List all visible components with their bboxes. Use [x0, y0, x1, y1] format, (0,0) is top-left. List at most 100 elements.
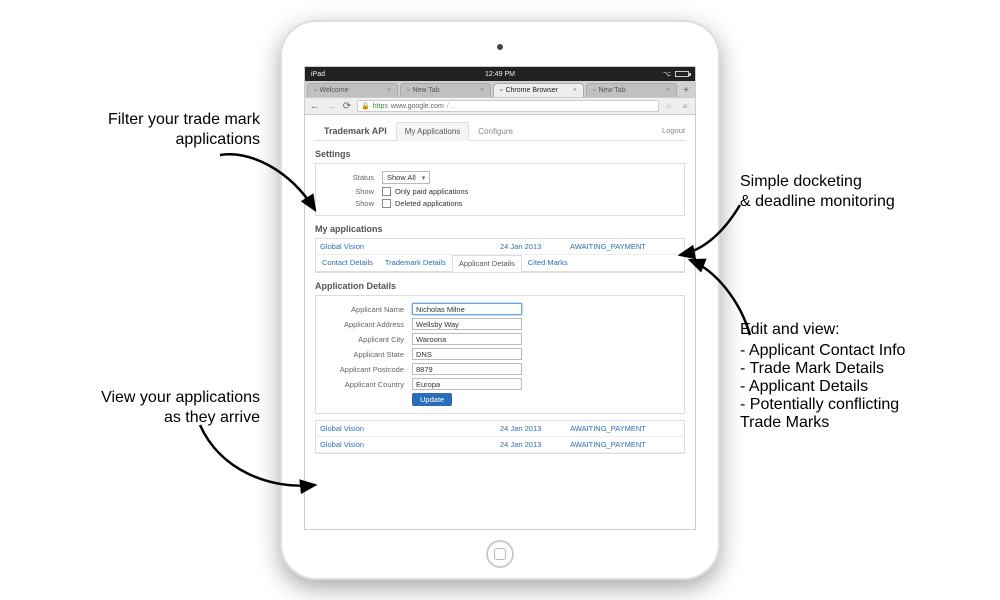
input-value: Nicholas Milne [416, 305, 465, 314]
arrow-icon [685, 250, 765, 350]
postcode-label: Applicant Postcode [322, 365, 412, 374]
settings-panel: Status Show All ▾ Show Only paid applica… [315, 163, 685, 216]
tab-label: New Tab [412, 87, 439, 94]
home-button[interactable] [486, 540, 514, 568]
callout-text: Simple docketing & deadline monitoring [740, 172, 970, 212]
my-apps-title: My applications [315, 224, 685, 234]
show-label: Show [322, 187, 382, 196]
page-icon: ▫ [314, 87, 316, 94]
show-label-2: Show [322, 199, 382, 208]
page-icon: ▫ [407, 87, 409, 94]
country-label: Applicant Country [322, 380, 412, 389]
page-icon: ▫ [593, 87, 595, 94]
city-label: Applicant City [322, 335, 412, 344]
input-value: Europa [416, 380, 440, 389]
callout-item: Trade Mark Details [740, 360, 980, 378]
settings-title: Settings [315, 149, 685, 159]
callout-docket: Simple docketing & deadline monitoring [740, 172, 970, 212]
close-icon[interactable]: × [480, 87, 484, 94]
deleted-checkbox[interactable] [382, 199, 391, 208]
url-path: /… [447, 103, 456, 110]
applicant-country-input[interactable]: Europa [412, 378, 522, 390]
app-status: AWAITING_PAYMENT [570, 424, 680, 433]
forward-button[interactable]: → [325, 100, 337, 112]
callout-item: Applicant Contact Info [740, 342, 980, 360]
close-icon[interactable]: × [666, 87, 670, 94]
browser-tabstrip: ▫Welcome× ▫New Tab× ▫Chrome Browser× ▫Ne… [305, 81, 695, 97]
ios-statusbar: iPad 12:49 PM ⌥ [305, 67, 695, 81]
subtab-cited[interactable]: Cited Marks [522, 255, 574, 271]
subtab-trademark[interactable]: Trademark Details [379, 255, 452, 271]
arrow-icon [210, 140, 330, 230]
app-name: Global Vision [320, 242, 500, 251]
lock-icon: 🔒 [361, 102, 370, 110]
browser-tab[interactable]: ▫Welcome× [307, 83, 398, 97]
applicant-city-input[interactable]: Waroona [412, 333, 522, 345]
back-button[interactable]: ← [309, 100, 321, 112]
applicant-address-input[interactable]: Wellsby Way [412, 318, 522, 330]
browser-tab[interactable]: ▫New Tab× [586, 83, 677, 97]
app-date: 24 Jan 2013 [500, 440, 570, 449]
app-name: Global Vision [320, 424, 500, 433]
app-status: AWAITING_PAYMENT [570, 440, 680, 449]
page-icon: ▫ [500, 87, 502, 94]
menu-icon[interactable]: ≡ [679, 102, 691, 111]
page-content: Trademark API My Applications Configure … [305, 115, 695, 529]
application-row[interactable]: Global Vision 24 Jan 2013 AWAITING_PAYME… [316, 421, 684, 437]
only-paid-checkbox[interactable] [382, 187, 391, 196]
callout-edit: Edit and view: Applicant Contact Info Tr… [740, 320, 980, 432]
close-icon[interactable]: × [387, 87, 391, 94]
application-row[interactable]: Global Vision 24 Jan 2013 AWAITING_PAYME… [316, 437, 684, 453]
name-label: Applicant Name [322, 305, 412, 314]
brand-title: Trademark API [315, 121, 396, 140]
url-scheme: https [373, 103, 388, 110]
address-bar[interactable]: 🔒 https www.google.com /… [357, 100, 659, 112]
callout-item: Potentially conflicting Trade Marks [740, 396, 980, 432]
battery-icon [675, 71, 689, 77]
applicant-state-input[interactable]: DNS [412, 348, 522, 360]
status-select[interactable]: Show All ▾ [382, 171, 430, 184]
input-value: Wellsby Way [416, 320, 459, 329]
status-label: Status [322, 173, 382, 182]
app-date: 24 Jan 2013 [500, 424, 570, 433]
details-title: Application Details [315, 281, 685, 291]
applications-list: Global Vision 24 Jan 2013 AWAITING_PAYME… [315, 420, 685, 454]
input-value: Waroona [416, 335, 446, 344]
state-label: Applicant State [322, 350, 412, 359]
clock-label: 12:49 PM [485, 71, 515, 78]
address-label: Applicant Address [322, 320, 412, 329]
browser-tab-active[interactable]: ▫Chrome Browser × [493, 83, 584, 97]
callout-title: Edit and view: [740, 320, 980, 340]
screen: iPad 12:49 PM ⌥ ▫Welcome× ▫New Tab× ▫Chr… [304, 66, 696, 530]
new-tab-button[interactable]: + [679, 83, 693, 97]
close-icon[interactable]: × [573, 87, 577, 94]
applicant-postcode-input[interactable]: 8879 [412, 363, 522, 375]
reload-button[interactable]: ⟳ [341, 100, 353, 112]
camera-dot [497, 44, 503, 50]
my-apps-panel: Global Vision 24 Jan 2013 AWAITING_PAYME… [315, 238, 685, 273]
app-name: Global Vision [320, 440, 500, 449]
details-panel: Applicant Name Nicholas Milne Applicant … [315, 295, 685, 414]
url-host: www.google.com [391, 103, 444, 110]
subtab-applicant[interactable]: Applicant Details [452, 255, 522, 272]
input-value: 8879 [416, 365, 433, 374]
tab-my-applications[interactable]: My Applications [396, 122, 470, 141]
page-tabs: Trademark API My Applications Configure … [315, 121, 685, 141]
arrow-icon [190, 420, 330, 510]
chevron-down-icon: ▾ [422, 174, 426, 182]
star-icon[interactable]: ☆ [663, 102, 675, 111]
application-row[interactable]: Global Vision 24 Jan 2013 AWAITING_PAYME… [316, 239, 684, 255]
browser-toolbar: ← → ⟳ 🔒 https www.google.com /… ☆ ≡ [305, 97, 695, 115]
browser-tab[interactable]: ▫New Tab × [400, 83, 491, 97]
detail-subtabs: Contact Details Trademark Details Applic… [316, 255, 684, 272]
carrier-label: iPad [311, 71, 325, 78]
tab-label: Chrome Browser [505, 87, 558, 94]
callout-item: Applicant Details [740, 378, 980, 396]
callout-list: Applicant Contact Info Trade Mark Detail… [740, 342, 980, 432]
update-button[interactable]: Update [412, 393, 452, 406]
bluetooth-icon: ⌥ [663, 70, 671, 78]
logout-link[interactable]: Logout [662, 126, 685, 135]
tab-configure[interactable]: Configure [469, 122, 522, 140]
applicant-name-input[interactable]: Nicholas Milne [412, 303, 522, 315]
subtab-contact[interactable]: Contact Details [316, 255, 379, 271]
